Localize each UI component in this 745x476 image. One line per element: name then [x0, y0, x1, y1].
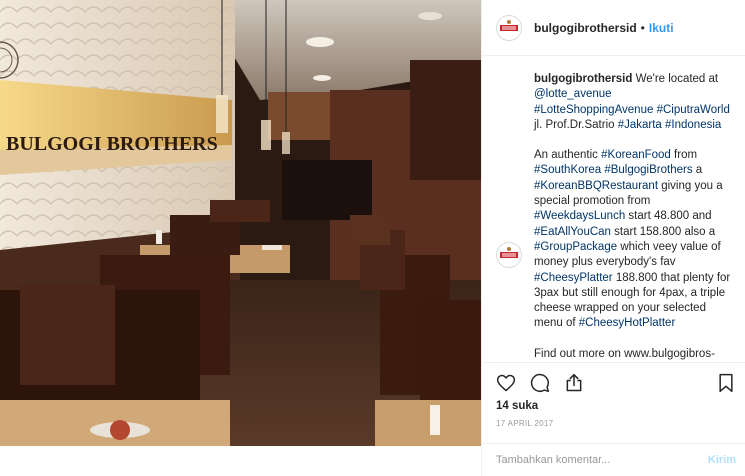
header-username[interactable]: bulgogibrothersid — [534, 21, 637, 35]
hashtag-link[interactable]: #KoreanFood — [601, 149, 671, 161]
caption-text-segment: Find out more on www.bulgogibros- — [534, 347, 715, 360]
restaurant-interior-image: BULGOGI BROTHERS — [0, 0, 481, 446]
hashtag-link[interactable]: #KoreanBBQRestaurant — [534, 180, 658, 192]
caption-paragraph: bulgogibrothersid We're located at @lott… — [534, 72, 734, 133]
hashtag-link[interactable]: #EatAllYouCan — [534, 226, 611, 238]
heart-icon — [496, 374, 516, 391]
comment-button[interactable] — [528, 371, 552, 395]
caption-text-segment: An authentic — [534, 149, 602, 162]
hashtag-link[interactable]: #WeekdaysLunch — [534, 210, 625, 222]
mention-link[interactable]: @lotte_avenue — [534, 88, 612, 100]
hashtag-link[interactable]: #LotteShoppingAvenue — [534, 104, 653, 116]
share-icon — [566, 373, 582, 391]
follow-button[interactable]: Ikuti — [649, 21, 674, 35]
post-panel: bulgogibrothersid • Ikuti bulgogibrother… — [481, 0, 745, 476]
caption-text: bulgogibrothersid We're located at @lott… — [534, 72, 734, 362]
caption-text-segment: We're located at — [632, 73, 719, 85]
caption-row: bulgogibrothersid We're located at @lott… — [496, 72, 734, 362]
like-button[interactable] — [494, 371, 518, 395]
caption-text-segment: jl. Prof.Dr.Satrio — [534, 118, 618, 131]
caption-area[interactable]: bulgogibrothersid We're located at @lott… — [482, 56, 745, 362]
caption-username[interactable]: bulgogibrothersid — [534, 73, 632, 85]
comment-bar: Kirim — [482, 443, 745, 476]
avatar[interactable] — [496, 14, 522, 41]
likes-count[interactable]: 14 suka — [496, 400, 538, 412]
hashtag-link[interactable]: #GroupPackage — [534, 241, 617, 253]
photo-bottom-gap — [0, 446, 481, 476]
share-button[interactable] — [562, 371, 586, 395]
caption-text-segment: start 158.800 also a — [610, 225, 716, 238]
post-comment-button[interactable]: Kirim — [708, 454, 736, 466]
bookmark-icon — [719, 373, 733, 392]
hashtag-link[interactable]: #CheesyPlatter — [534, 272, 613, 284]
post-header: bulgogibrothersid • Ikuti — [482, 0, 745, 56]
caption-paragraph: An authentic #KoreanFood from #SouthKore… — [534, 148, 734, 332]
action-bar — [482, 362, 745, 402]
post-date[interactable]: 17 APRIL 2017 — [496, 419, 553, 428]
hashtag-link[interactable]: #BulgogiBrothers — [604, 164, 692, 176]
comment-input[interactable] — [496, 454, 708, 466]
hashtag-link[interactable]: #Jakarta — [618, 119, 662, 131]
hashtag-link[interactable]: #CheesyHotPlatter — [579, 317, 676, 329]
save-button[interactable] — [714, 371, 738, 395]
caption-text-segment: a — [692, 164, 703, 177]
caption-text-segment: start 48.800 and — [625, 210, 712, 223]
comment-icon — [530, 373, 550, 392]
hashtag-link[interactable]: #CiputraWorld — [657, 104, 730, 116]
bulgogi-brothers-logo-icon — [498, 16, 520, 39]
caption-paragraph: Find out more on www.bulgogibros- — [534, 347, 734, 362]
bulgogi-brothers-logo-icon — [498, 244, 520, 266]
hashtag-link[interactable]: #Indonesia — [665, 119, 721, 131]
restaurant-sign: BULGOGI BROTHERS — [6, 133, 218, 155]
caption-avatar[interactable] — [496, 242, 522, 268]
separator-dot: • — [640, 20, 645, 35]
hashtag-link[interactable]: #SouthKorea — [534, 164, 601, 176]
caption-text-segment: from — [670, 149, 698, 162]
post-photo[interactable]: BULGOGI BROTHERS — [0, 0, 481, 446]
